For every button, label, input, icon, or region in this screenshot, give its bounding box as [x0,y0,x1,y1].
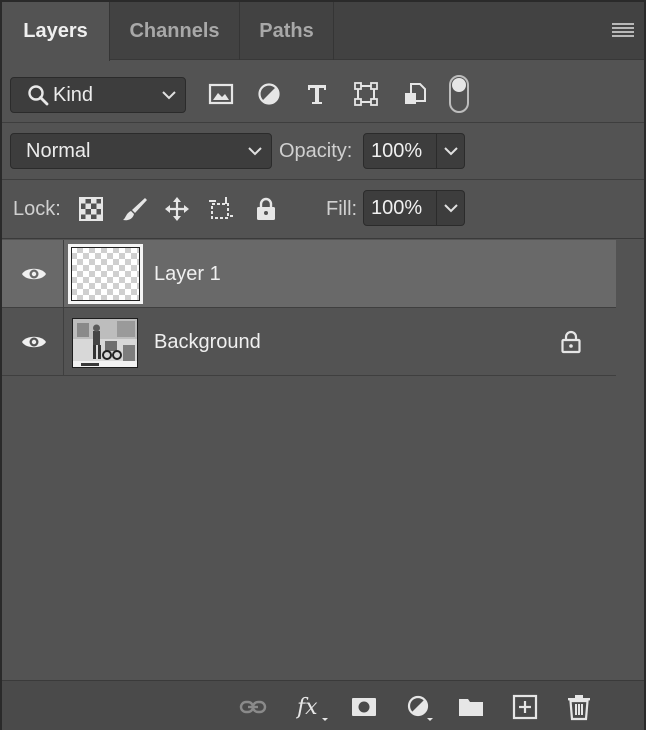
lock-label: Lock: [13,198,61,220]
smart-object-filter-icon[interactable] [402,81,428,107]
layer-thumbnail-transparent [68,244,143,304]
shape-filter-icon[interactable] [353,81,379,107]
filter-kind-select[interactable]: Kind [10,77,186,113]
panel-tab-bar: Layers Channels Paths [2,2,644,61]
layer-row-background[interactable]: Background [2,308,616,376]
chevron-down-icon [162,91,176,100]
fill-dropdown-button[interactable] [437,190,465,226]
svg-text:fx: fx [296,695,318,720]
opacity-dropdown-button[interactable] [437,133,465,169]
image-filter-icon[interactable] [208,81,234,107]
layers-panel: Layers Channels Paths Kind Normal Opacit… [0,0,646,730]
tab-paths[interactable]: Paths [240,2,334,60]
fill-input[interactable]: 100% [363,190,437,226]
lock-image-pixels-icon[interactable] [122,196,148,222]
layer-thumbnail-photo [72,318,138,368]
layer-mask-icon[interactable] [350,693,378,721]
visibility-toggle[interactable] [2,308,64,376]
layer-name[interactable]: Background [154,308,261,376]
layer-name[interactable]: Layer 1 [154,240,221,308]
filter-kind-label: Kind [53,84,94,106]
panel-menu-icon[interactable] [612,23,634,39]
lock-row: Lock: Fill: 100% [2,180,644,239]
new-layer-icon[interactable] [511,693,539,721]
chevron-down-icon [248,147,262,156]
filter-row: Kind [2,61,644,123]
chevron-down-icon [444,147,458,156]
bottom-toolbar: fx [2,680,644,730]
tab-layers[interactable]: Layers [2,2,110,61]
eye-icon [22,336,46,348]
blend-row: Normal Opacity: 100% [2,123,644,180]
link-layers-icon[interactable] [239,693,267,721]
lock-icon [561,330,581,354]
opacity-label: Opacity: [279,140,353,162]
photo-thumbnail-image [73,319,137,367]
blend-mode-label: Normal [26,140,91,162]
eye-icon [22,268,46,280]
opacity-input[interactable]: 100% [363,133,437,169]
blend-mode-select[interactable]: Normal [10,133,272,169]
delete-layer-icon[interactable] [565,693,593,721]
type-filter-icon[interactable] [304,81,330,107]
filter-toggle[interactable] [449,75,469,113]
chevron-down-icon [444,204,458,213]
tab-channels[interactable]: Channels [110,2,240,60]
search-icon [28,85,49,106]
layer-row-layer-1[interactable]: Layer 1 [2,240,616,308]
lock-all-icon[interactable] [253,196,279,222]
lock-position-icon[interactable] [164,196,190,222]
new-group-icon[interactable] [457,693,485,721]
layers-scroll-gutter[interactable] [616,240,644,680]
fill-label: Fill: [326,198,358,220]
lock-transparent-pixels-icon[interactable] [78,196,104,222]
filter-toggle-knob [452,78,466,92]
lock-artboard-icon[interactable] [208,196,234,222]
fx-icon[interactable]: fx [296,693,330,721]
adjustment-filter-icon[interactable] [256,81,282,107]
adjustment-layer-icon[interactable] [405,693,433,721]
visibility-toggle[interactable] [2,240,64,308]
